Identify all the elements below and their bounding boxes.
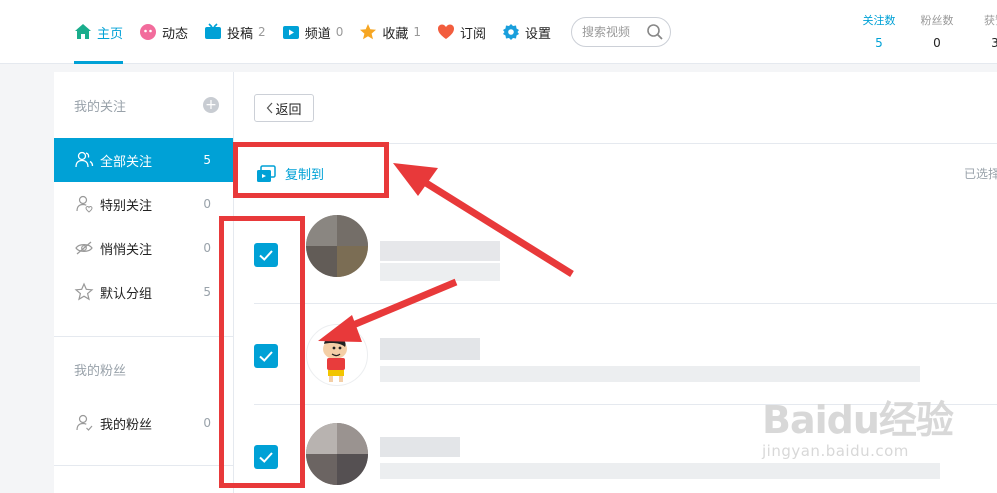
nav-activity[interactable]: 动态: [139, 0, 188, 64]
cartoon-avatar-image: [323, 336, 347, 382]
watermark-main: Baidu经验: [762, 398, 954, 442]
blurred-signature: [380, 463, 940, 479]
sidebar-item-label: 我的粉丝: [100, 417, 153, 433]
sidebar-item-count: 0: [203, 197, 211, 211]
search-box[interactable]: [571, 17, 672, 47]
back-button[interactable]: 返回: [254, 94, 314, 122]
blurred-signature: [380, 263, 500, 281]
nav-favorites[interactable]: 收藏 1: [359, 0, 421, 64]
follow-sidebar: 我的关注 + 全部关注 5 特别关注 0 悄悄关注 0 默认分组 5 我的粉丝 …: [54, 72, 234, 493]
sidebar-item-default-group[interactable]: 默认分组 5: [54, 270, 233, 314]
heart-icon: [438, 24, 454, 39]
avatar[interactable]: [306, 215, 368, 277]
nav-subscriptions[interactable]: 订阅: [437, 0, 486, 64]
nav-home-label: 主页: [97, 26, 124, 42]
fans-section-title: 我的粉丝: [54, 337, 233, 401]
avatar[interactable]: [306, 324, 368, 386]
avatar[interactable]: [306, 423, 368, 485]
list-item: [254, 304, 997, 405]
stat-following-value: 5: [875, 36, 883, 50]
channel-play-icon: [282, 26, 299, 39]
sidebar-item-special[interactable]: 特别关注 0: [54, 182, 233, 226]
fans-section-label: 我的粉丝: [74, 363, 127, 379]
stat-following[interactable]: 关注数 5: [850, 12, 908, 50]
nav-home[interactable]: 主页: [74, 0, 124, 64]
profile-stats: 关注数 5 粉丝数 0 获赞 3: [850, 12, 997, 50]
user-check-icon: [76, 414, 93, 431]
nav-submissions[interactable]: 投稿 2: [204, 0, 266, 64]
sidebar-item-count: 5: [203, 285, 211, 299]
star-outline-icon: [74, 282, 94, 301]
blurred-username: [380, 338, 480, 360]
nav-activity-label: 动态: [162, 26, 189, 42]
nav-submissions-count: 2: [258, 25, 266, 39]
blurred-signature: [380, 366, 920, 382]
follow-section-title: 我的关注 +: [54, 72, 233, 138]
stat-likes-label: 获赞: [984, 14, 997, 27]
sidebar-item-all-follows[interactable]: 全部关注 5: [54, 138, 233, 182]
sidebar-item-count: 0: [203, 416, 211, 430]
eye-hidden-icon: [75, 241, 93, 255]
stat-fans[interactable]: 粉丝数 0: [908, 12, 966, 50]
blurred-username: [380, 437, 460, 457]
search-input[interactable]: [582, 25, 647, 39]
sidebar-item-label: 默认分组: [100, 286, 153, 302]
sidebar-divider: [54, 465, 233, 466]
stat-following-label: 关注数: [862, 14, 896, 27]
watermark-sub: jingyan.baidu.com: [762, 442, 909, 460]
sidebar-item-label: 特别关注: [100, 198, 153, 214]
add-group-button[interactable]: +: [203, 97, 219, 113]
user-heart-icon: [76, 195, 93, 213]
sidebar-item-count: 5: [203, 153, 211, 167]
nav-settings-label: 设置: [525, 26, 552, 42]
blurred-username: [380, 241, 500, 261]
stat-fans-value: 0: [933, 36, 941, 50]
watermark: Baidu经验 jingyan.baidu.com: [762, 398, 954, 460]
annotation-box-checkboxes: [219, 216, 305, 488]
stat-fans-label: 粉丝数: [920, 14, 954, 27]
search-icon[interactable]: [646, 23, 664, 41]
stat-likes: 获赞 3: [966, 12, 997, 50]
sidebar-item-count: 0: [203, 241, 211, 255]
nav-submissions-label: 投稿: [227, 26, 254, 42]
selected-count-text: 已选择: [964, 167, 997, 181]
stat-likes-value: 3: [991, 36, 997, 50]
nav-favorites-count: 1: [413, 25, 421, 39]
star-icon: [360, 24, 377, 40]
top-nav-bar: 主页 动态 投稿 2 频道 0 收藏 1 订阅 设置 搜索视频 关注数 5 粉丝…: [0, 0, 997, 64]
nav-favorites-label: 收藏: [382, 26, 409, 42]
main-nav: 主页 动态 投稿 2 频道 0 收藏 1 订阅 设置: [74, 0, 672, 64]
home-icon: [75, 24, 91, 39]
sidebar-item-secret[interactable]: 悄悄关注 0: [54, 226, 233, 270]
sidebar-item-label: 悄悄关注: [100, 242, 153, 258]
nav-settings[interactable]: 设置: [502, 0, 551, 64]
follow-section-label: 我的关注: [74, 99, 127, 115]
nav-channel-label: 频道: [304, 26, 331, 42]
list-item: [254, 203, 997, 304]
gear-icon: [503, 24, 520, 40]
tv-icon: [205, 23, 222, 39]
annotation-box-copy: [233, 142, 389, 198]
back-button-label: 返回: [275, 102, 302, 118]
nav-subscriptions-label: 订阅: [460, 26, 487, 42]
sidebar-item-my-fans[interactable]: 我的粉丝 0: [54, 401, 233, 445]
users-icon: [75, 151, 94, 168]
sidebar-item-label: 全部关注: [100, 154, 153, 170]
flower-icon: [140, 24, 157, 40]
chevron-left-icon: [267, 102, 273, 114]
nav-channel[interactable]: 频道 0: [282, 0, 344, 64]
nav-channel-count: 0: [335, 25, 344, 39]
